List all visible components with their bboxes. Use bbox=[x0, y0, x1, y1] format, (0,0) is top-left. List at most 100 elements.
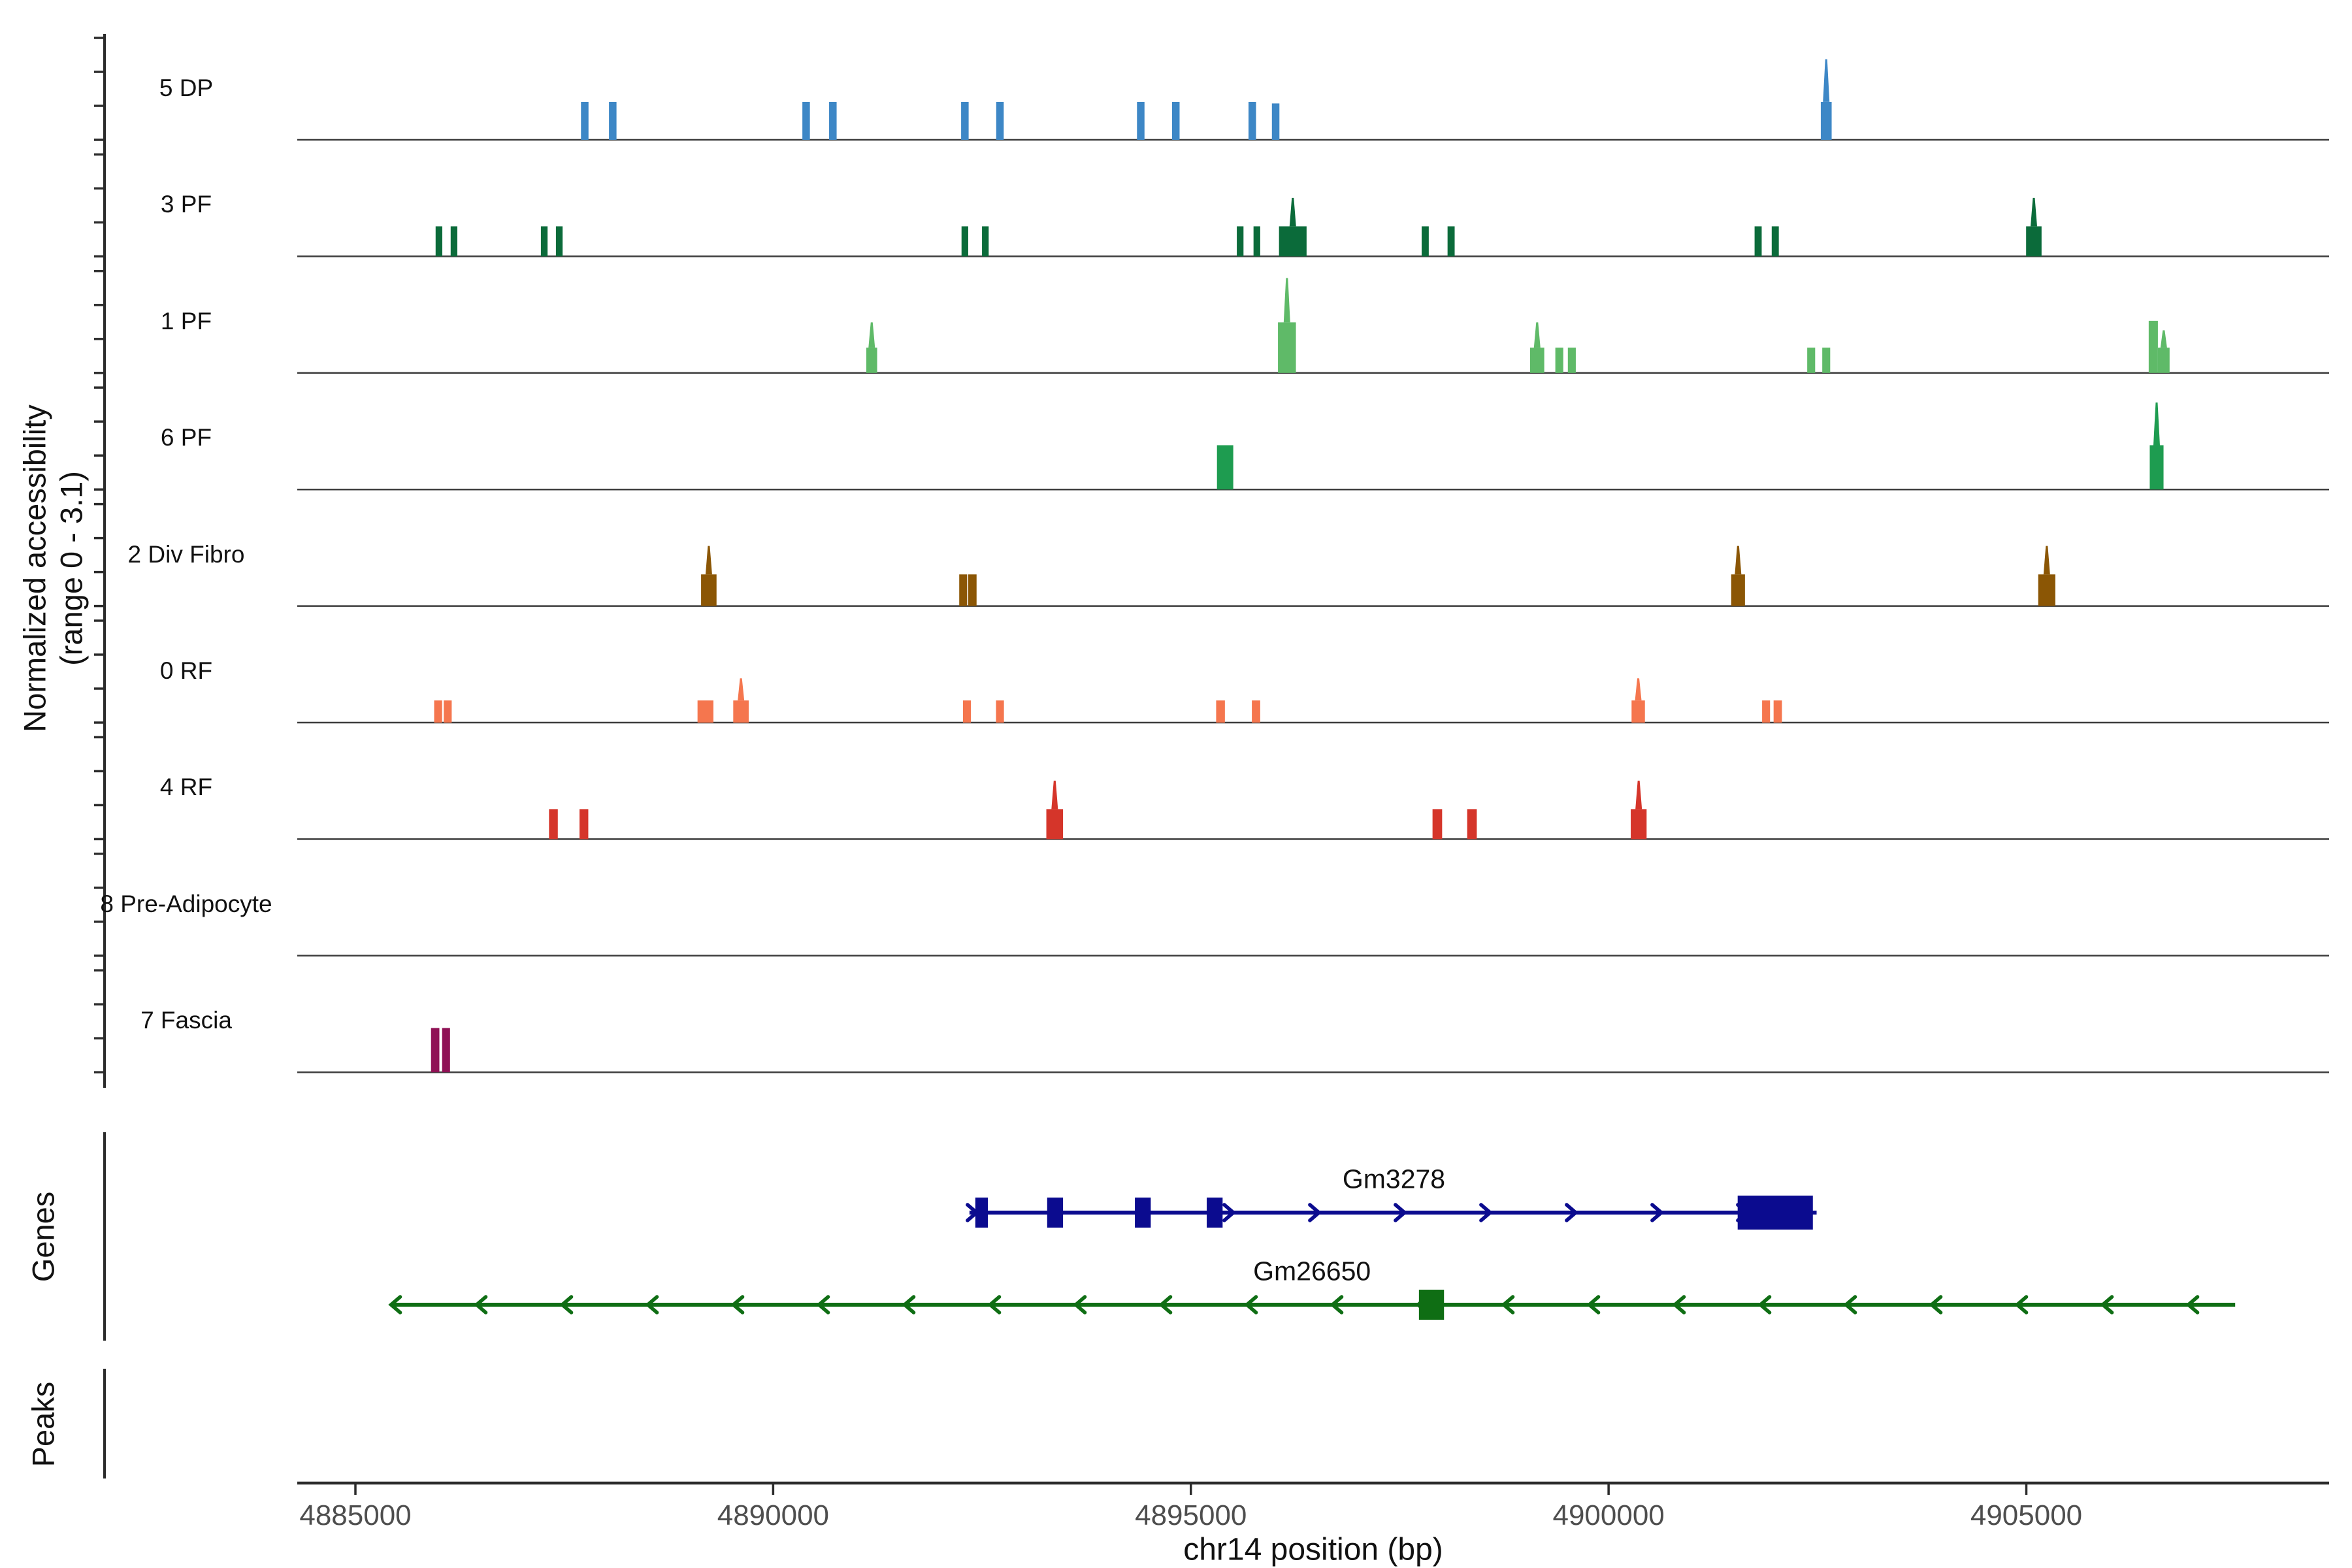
peak-bar bbox=[698, 700, 713, 723]
peak-bar bbox=[549, 809, 557, 839]
peak-bar bbox=[556, 226, 563, 256]
peak-spike bbox=[1823, 59, 1829, 102]
peaks-panel-label: Peaks bbox=[25, 1382, 61, 1467]
track-label: 0 RF bbox=[160, 657, 212, 685]
gene-exon bbox=[1135, 1198, 1151, 1228]
x-axis-title: chr14 position (bp) bbox=[1183, 1532, 1443, 1568]
peak-bar bbox=[444, 700, 451, 723]
peak-bar bbox=[1422, 226, 1429, 256]
peak-spike bbox=[1635, 781, 1642, 809]
peak-spike bbox=[738, 678, 744, 700]
plot-canvas bbox=[0, 0, 2352, 1568]
peak-bar bbox=[982, 226, 988, 256]
track-label: 1 PF bbox=[161, 308, 212, 335]
peak-spike bbox=[2161, 330, 2167, 348]
peak-bar bbox=[996, 700, 1004, 723]
y-axis-label: Normalized accessibility (range 0 - 3.1) bbox=[17, 404, 91, 732]
coverage-plot-figure: Normalized accessibility (range 0 - 3.1)… bbox=[0, 0, 2352, 1568]
track-label: 6 PF bbox=[161, 424, 212, 451]
peak-bar bbox=[2149, 321, 2158, 373]
track-label: 8 Pre-Adipocyte bbox=[100, 890, 272, 918]
gene-exon bbox=[1419, 1290, 1444, 1320]
peak-spike bbox=[2044, 546, 2050, 575]
peak-spike bbox=[1534, 322, 1541, 348]
peak-bar bbox=[541, 226, 547, 256]
peak-spike bbox=[1051, 781, 1058, 809]
peak-bar bbox=[1448, 226, 1455, 256]
gene-exon bbox=[975, 1198, 988, 1228]
peak-bar bbox=[1216, 700, 1224, 723]
gene-exon bbox=[1738, 1196, 1813, 1230]
gene-label: Gm26650 bbox=[1253, 1256, 1371, 1287]
peak-spike bbox=[1290, 198, 1296, 227]
peak-spike bbox=[868, 322, 875, 348]
peak-bar bbox=[962, 226, 968, 256]
peak-bar bbox=[701, 574, 717, 606]
peak-bar bbox=[1807, 348, 1815, 373]
peak-bar bbox=[1774, 700, 1782, 723]
peak-bar bbox=[1772, 226, 1779, 256]
peak-bar bbox=[1731, 574, 1745, 606]
x-tick-label: 4895000 bbox=[1135, 1499, 1247, 1532]
peak-bar bbox=[1530, 348, 1544, 373]
peak-bar bbox=[434, 700, 442, 723]
y-axis-label-line1: Normalized accessibility bbox=[17, 404, 54, 732]
peak-bar bbox=[961, 102, 969, 140]
y-axis-label-line2: (range 0 - 3.1) bbox=[54, 404, 90, 732]
peak-bar bbox=[1217, 445, 1233, 489]
peak-spike bbox=[2031, 198, 2037, 227]
peak-bar bbox=[1762, 700, 1770, 723]
peak-bar bbox=[2158, 348, 2170, 373]
gene-exon bbox=[1207, 1198, 1222, 1228]
x-tick-label: 4885000 bbox=[299, 1499, 411, 1532]
track-label: 4 RF bbox=[160, 774, 212, 801]
peak-bar bbox=[580, 809, 588, 839]
peak-bar bbox=[1172, 102, 1180, 140]
track-label: 7 Fascia bbox=[140, 1007, 232, 1034]
peak-bar bbox=[1279, 226, 1307, 256]
peak-bar bbox=[442, 1028, 450, 1072]
peak-bar bbox=[829, 102, 837, 140]
x-tick-label: 4890000 bbox=[717, 1499, 829, 1532]
peak-bar bbox=[1822, 348, 1830, 373]
peak-bar bbox=[2149, 445, 2163, 489]
peak-spike bbox=[1735, 546, 1741, 575]
track-label: 2 Div Fibro bbox=[128, 541, 245, 568]
peak-bar bbox=[436, 226, 442, 256]
peak-spike bbox=[1635, 678, 1642, 700]
peak-bar bbox=[1433, 809, 1443, 839]
x-tick-label: 4900000 bbox=[1552, 1499, 1664, 1532]
peak-bar bbox=[2026, 226, 2042, 256]
peak-bar bbox=[1467, 809, 1477, 839]
peak-bar bbox=[1137, 102, 1145, 140]
x-tick-label: 4905000 bbox=[1970, 1499, 2082, 1532]
genes-panel-label: Genes bbox=[25, 1192, 61, 1282]
peak-bar bbox=[581, 102, 589, 140]
peak-bar bbox=[996, 102, 1004, 140]
gene-exon bbox=[1047, 1198, 1063, 1228]
peak-bar bbox=[1556, 348, 1563, 373]
peak-bar bbox=[1237, 226, 1243, 256]
peak-bar bbox=[802, 102, 810, 140]
peak-bar bbox=[1568, 348, 1576, 373]
peak-bar bbox=[1821, 102, 1832, 140]
track-label: 5 DP bbox=[159, 74, 213, 102]
peak-bar bbox=[1755, 226, 1762, 256]
peak-bar bbox=[451, 226, 457, 256]
gene-label: Gm3278 bbox=[1343, 1164, 1445, 1195]
peak-bar bbox=[1249, 102, 1256, 140]
peak-bar bbox=[963, 700, 971, 723]
track-label: 3 PF bbox=[161, 191, 212, 218]
peak-bar bbox=[1631, 809, 1646, 839]
peak-bar bbox=[431, 1028, 440, 1072]
peak-spike bbox=[2153, 402, 2160, 445]
peak-bar bbox=[609, 102, 617, 140]
peak-bar bbox=[959, 574, 967, 606]
peak-bar bbox=[1278, 322, 1296, 372]
peak-bar bbox=[1254, 226, 1260, 256]
peak-spike bbox=[706, 546, 712, 575]
peak-bar bbox=[1252, 700, 1260, 723]
peak-bar bbox=[733, 700, 749, 723]
peak-bar bbox=[866, 348, 877, 373]
peak-bar bbox=[1047, 809, 1064, 839]
